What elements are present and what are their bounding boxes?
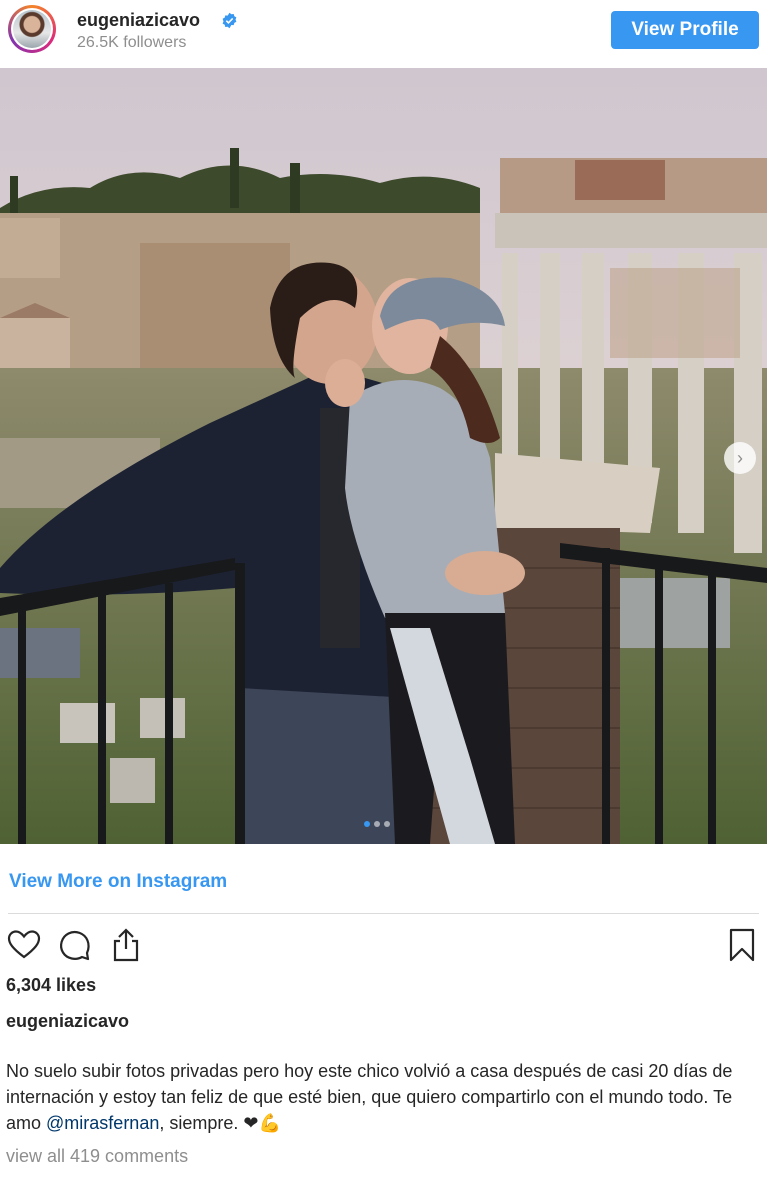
view-comments-link[interactable]: view all 419 comments: [6, 1146, 188, 1167]
comment-icon[interactable]: [56, 927, 92, 963]
view-more-link[interactable]: View More on Instagram: [9, 871, 227, 893]
carousel-dot: [364, 821, 370, 827]
carousel-next-button[interactable]: ›: [724, 442, 756, 474]
heart-icon[interactable]: [6, 927, 42, 963]
photo-image: [0, 68, 767, 844]
view-profile-button[interactable]: View Profile: [611, 11, 759, 49]
caption-username[interactable]: eugeniazicavo: [6, 1011, 129, 1032]
mention-link[interactable]: @mirasfernan: [46, 1113, 159, 1133]
caption-ending: , siempre. ❤💪: [159, 1113, 281, 1133]
post-photo[interactable]: [0, 68, 767, 844]
chevron-right-icon: ›: [737, 447, 743, 468]
carousel-indicator: [364, 821, 390, 829]
caption-text: No suelo subir fotos privadas pero hoy e…: [6, 1058, 756, 1136]
divider: [8, 913, 759, 914]
carousel-dot: [374, 821, 380, 827]
like-count[interactable]: 6,304 likes: [6, 975, 96, 996]
avatar[interactable]: [8, 5, 56, 53]
post-header: eugeniazicavo 26.5K followers View Profi…: [0, 0, 767, 60]
carousel-dot: [384, 821, 390, 827]
verified-badge-icon: [222, 12, 237, 29]
username[interactable]: eugeniazicavo: [77, 10, 200, 31]
bookmark-icon[interactable]: [724, 927, 760, 963]
follower-count: 26.5K followers: [77, 34, 187, 51]
share-icon[interactable]: [108, 927, 144, 963]
